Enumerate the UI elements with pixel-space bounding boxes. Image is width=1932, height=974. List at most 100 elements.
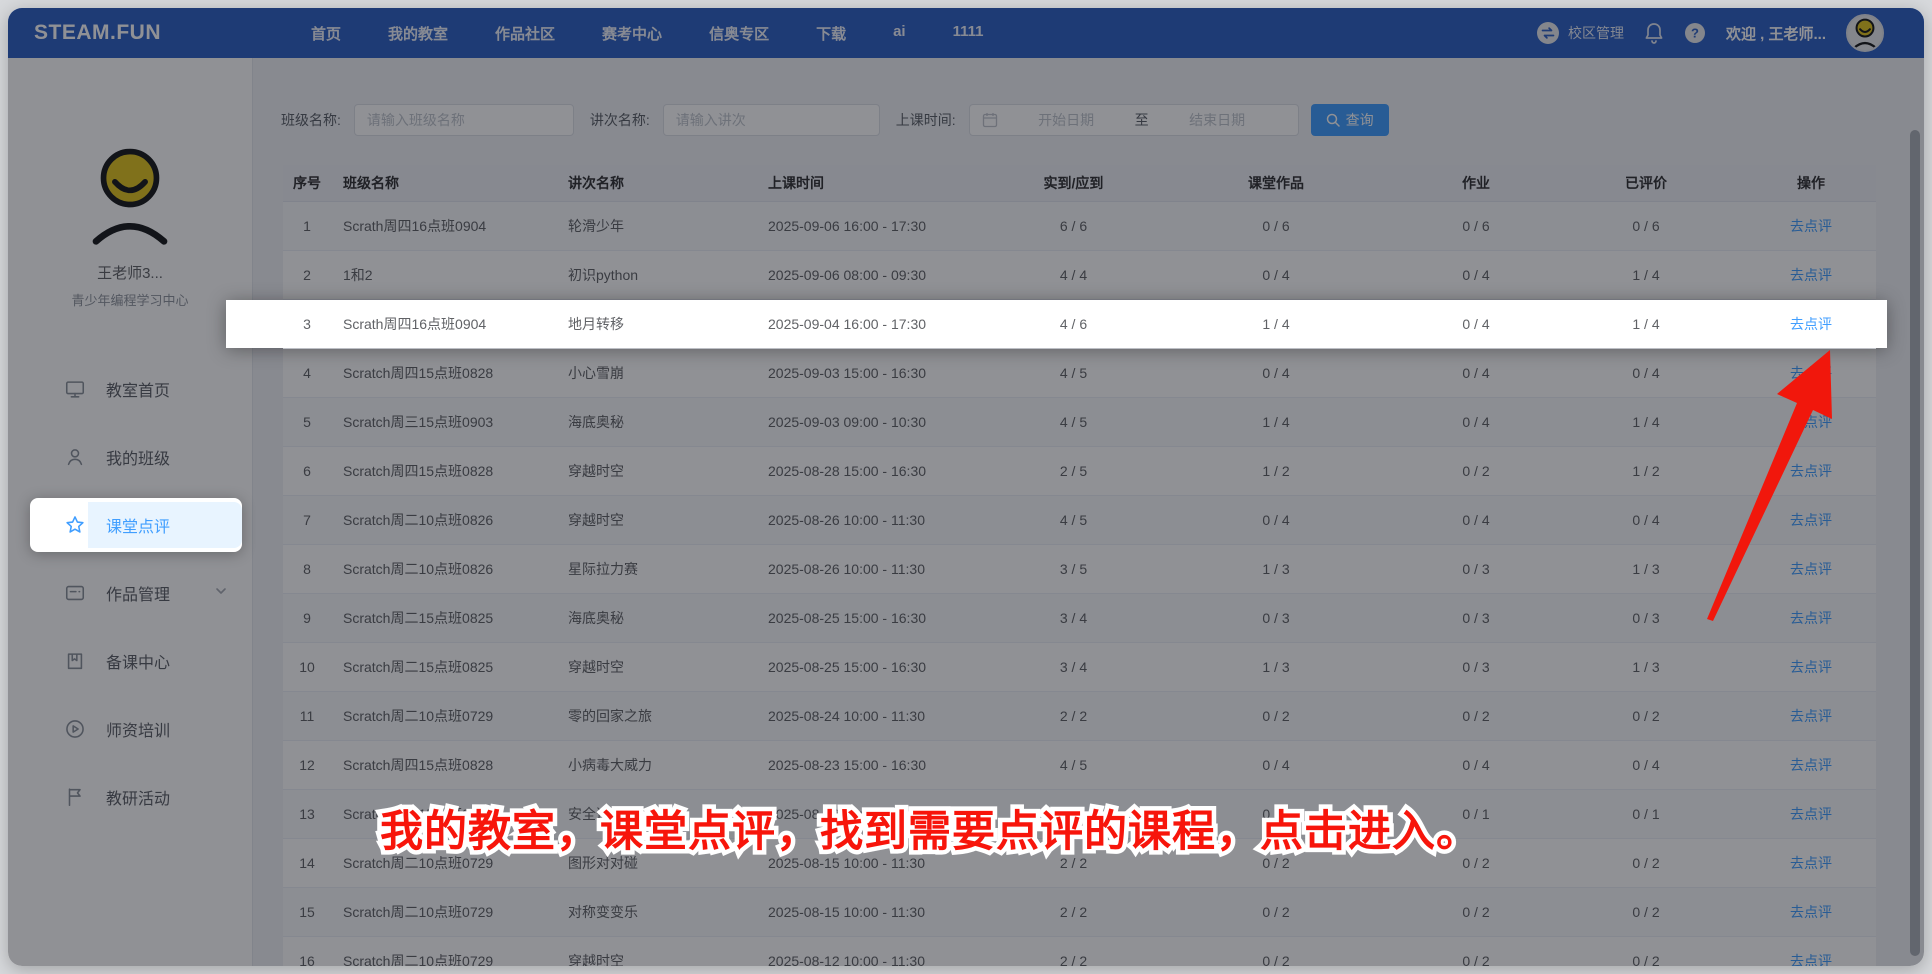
welcome-text[interactable]: 欢迎 , 王老师...: [1726, 23, 1826, 44]
sidebar-item-label: 师资培训: [106, 723, 171, 740]
go-review-link[interactable]: 去点评: [1790, 314, 1832, 334]
end-date-input[interactable]: 结束日期: [1149, 110, 1286, 130]
vertical-scrollbar[interactable]: [1910, 130, 1920, 956]
cell-action: 去点评: [1746, 888, 1876, 936]
app-logo[interactable]: STEAM.FUN: [34, 21, 161, 45]
cell-action: 去点评: [1746, 202, 1876, 250]
cell-class-time: 2025-09-04 16:00 - 17:30: [768, 316, 927, 332]
flag-icon: [64, 786, 86, 808]
sidebar-item-label: 教室首页: [106, 383, 171, 400]
cell-attendance: 2 / 2: [1059, 904, 1088, 920]
nav-item-3[interactable]: 作品社区: [495, 23, 555, 44]
cell-seq: 9: [303, 610, 311, 626]
help-icon[interactable]: ?: [1684, 22, 1706, 44]
go-review-link[interactable]: 去点评: [1790, 608, 1832, 628]
sidebar-item-2[interactable]: 我的班级: [38, 435, 234, 479]
cell-class-name: Scratch周二15点班0825: [343, 659, 494, 675]
svg-text:?: ?: [1691, 26, 1699, 41]
cell-rated: 0 / 2: [1632, 855, 1660, 871]
nav-item-2[interactable]: 我的教室: [388, 23, 448, 44]
cell-action: 去点评: [1746, 937, 1876, 966]
cell-class-name: Scratch周二15点班0825: [343, 610, 494, 626]
nav-item-8[interactable]: 1111: [953, 23, 984, 44]
nav-item-4[interactable]: 赛考中心: [602, 23, 662, 44]
cell-homework: 0 / 6: [1462, 218, 1490, 234]
cell-lesson-name: 初识python: [568, 267, 639, 283]
cell-lesson-name: 地月转移: [568, 316, 624, 332]
search-button[interactable]: 查询: [1310, 104, 1389, 136]
sidebar-menu: 教室首页我的班级课堂点评作品管理备课中心师资培训教研活动: [8, 367, 252, 819]
go-review-link[interactable]: 去点评: [1790, 951, 1832, 966]
go-review-link[interactable]: 去点评: [1790, 216, 1832, 236]
sidebar-item-1[interactable]: 教室首页: [38, 367, 234, 411]
chevron-down-icon: [214, 584, 228, 603]
sidebar-item-label: 教研活动: [106, 791, 171, 808]
sidebar-user-org: 青少年编程学习中心: [71, 293, 189, 308]
table-row: 16 Scratch周二10点班0729 穿越时空 2025-08-12 10:00 …: [283, 937, 1876, 966]
user-avatar[interactable]: [1846, 14, 1884, 52]
campus-manage-button[interactable]: 校区管理: [1536, 21, 1624, 45]
table-header: 序号 班级名称 讲次名称 上课时间 实到/应到 课堂作品 作业 已评价 操作: [283, 165, 1876, 202]
cell-rated: 0 / 4: [1632, 365, 1660, 381]
cell-attendance: 4 / 5: [1059, 365, 1088, 381]
go-review-link[interactable]: 去点评: [1790, 461, 1832, 481]
sidebar-item-7[interactable]: 教研活动: [38, 775, 234, 819]
nav-item-6[interactable]: 下载: [816, 23, 846, 44]
nav-item-1[interactable]: 首页: [311, 23, 341, 44]
cell-homework: 0 / 2: [1462, 708, 1490, 724]
start-date-input[interactable]: 开始日期: [998, 110, 1135, 130]
go-review-link[interactable]: 去点评: [1790, 902, 1832, 922]
go-review-link[interactable]: 去点评: [1790, 853, 1832, 873]
sidebar-item-3[interactable]: 课堂点评: [30, 498, 242, 552]
search-icon: [1326, 113, 1340, 127]
cell-attendance: 3 / 4: [1059, 659, 1088, 675]
go-review-link[interactable]: 去点评: [1790, 412, 1832, 432]
cell-class-time: 2025-08-25 15:00 - 16:30: [768, 610, 927, 626]
cell-rated: 1 / 4: [1632, 414, 1660, 430]
book-icon: [64, 650, 86, 672]
class-name-input[interactable]: [353, 104, 574, 136]
cell-action: 去点评: [1746, 496, 1876, 544]
lesson-name-input[interactable]: [662, 104, 880, 136]
cell-action: 去点评: [1746, 398, 1876, 446]
cell-attendance: 2 / 2: [1059, 953, 1088, 966]
cell-rated: 1 / 2: [1632, 463, 1660, 479]
go-review-link[interactable]: 去点评: [1790, 265, 1832, 285]
cell-lesson-name: 星际拉力赛: [568, 561, 638, 577]
table-row: 5 Scratch周三15点班0903 海底奥秘 2025-09-03 09:00 -…: [283, 398, 1876, 447]
nav-item-7[interactable]: ai: [893, 23, 906, 44]
sidebar-item-5[interactable]: 备课中心: [38, 639, 234, 683]
app-window: STEAM.FUN 首页 我的教室 作品社区 赛考中心 信奥专区 下载 ai 1111 校区管…: [8, 8, 1924, 966]
cell-seq: 3: [303, 316, 311, 332]
cell-classwork: 1 / 3: [1262, 659, 1290, 675]
sidebar-item-4[interactable]: 作品管理: [38, 571, 234, 615]
sidebar-item-6[interactable]: 师资培训: [38, 707, 234, 751]
cell-class-name: Scratch周二10点班0826: [343, 561, 494, 577]
sidebar-item-label: 作品管理: [106, 587, 171, 604]
bell-icon[interactable]: [1644, 22, 1664, 44]
go-review-link[interactable]: 去点评: [1790, 657, 1832, 677]
table-row: 15 Scratch周二10点班0729 对称变变乐 2025-08-15 10:00…: [283, 888, 1876, 937]
go-review-link[interactable]: 去点评: [1790, 706, 1832, 726]
go-review-link[interactable]: 去点评: [1790, 559, 1832, 579]
cell-action: 去点评: [1746, 643, 1876, 691]
cell-lesson-name: 小病毒大威力: [568, 757, 652, 773]
cell-homework: 0 / 2: [1462, 953, 1490, 966]
go-review-link[interactable]: 去点评: [1790, 363, 1832, 383]
cell-class-name: Scratch周二10点班0826: [343, 512, 494, 528]
cell-class-time: 2025-08-24 10:00 - 11:30: [768, 708, 925, 724]
cell-rated: 0 / 2: [1632, 904, 1660, 920]
go-review-link[interactable]: 去点评: [1790, 755, 1832, 775]
go-review-link[interactable]: 去点评: [1790, 510, 1832, 530]
column-header-4: 上课时间: [768, 175, 824, 191]
date-range-picker[interactable]: 开始日期 至 结束日期: [968, 104, 1299, 136]
nav-item-5[interactable]: 信奥专区: [709, 23, 769, 44]
cell-seq: 2: [303, 267, 311, 283]
cell-action: 去点评: [1746, 545, 1876, 593]
cell-homework: 0 / 3: [1462, 659, 1490, 675]
cell-classwork: 0 / 6: [1262, 218, 1290, 234]
cell-rated: 0 / 2: [1632, 953, 1660, 966]
go-review-link[interactable]: 去点评: [1790, 804, 1832, 824]
cell-rated: 1 / 3: [1632, 561, 1660, 577]
cell-homework: 0 / 2: [1462, 904, 1490, 920]
